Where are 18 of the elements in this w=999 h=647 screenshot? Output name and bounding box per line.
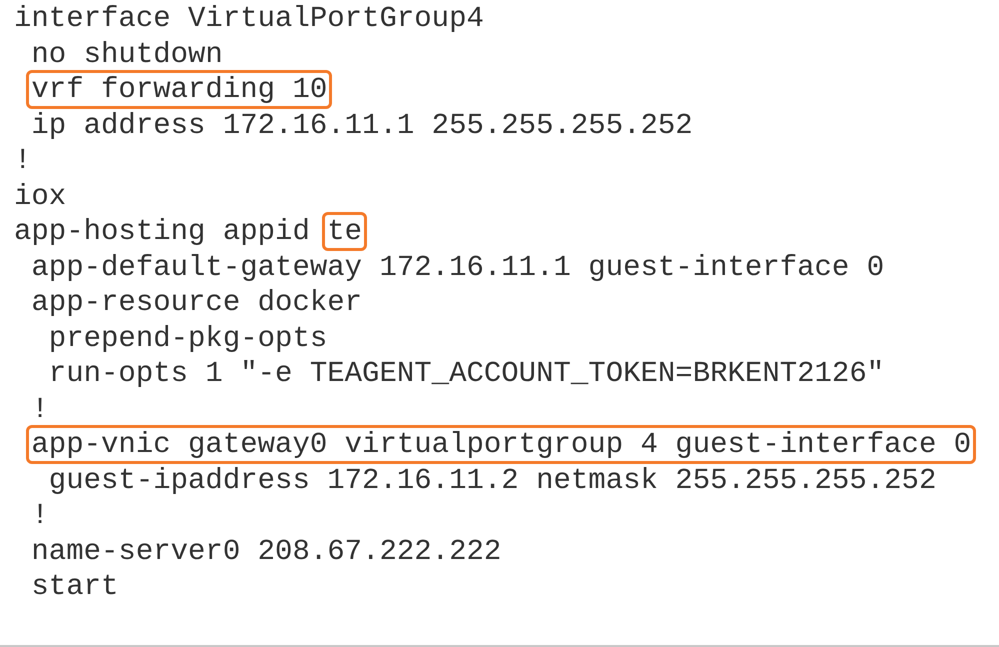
code-text: app-resource docker (30, 286, 362, 319)
code-text: name-server0 208.67.222.222 (30, 534, 502, 568)
code-text: ! (30, 499, 49, 532)
code-text: ! (14, 144, 32, 177)
code-text: interface VirtualPortGroup4 (14, 2, 484, 35)
code-text: app-default-gateway 172.16.11.1 guest-interface 0 (30, 250, 884, 284)
highlighted-code: te (322, 212, 368, 251)
code-text: ip address 172.16.11.1 255.255.255.252 (30, 108, 693, 142)
highlighted-code: app-vnic gateway0 virtualportgroup 4 guest-interface 0 (26, 425, 976, 464)
code-text: start (30, 570, 118, 603)
code-text: no shutdown (30, 38, 223, 70)
code-text: run-opts 1 "-e TEAGENT_ACCOUNT_TOKEN=BRKENT2126" (48, 357, 884, 390)
code-text: prepend-pkg-opts (48, 322, 328, 354)
code-text: guest-ipaddress 172.16.11.2 netmask 255.255.255.252 (48, 464, 936, 496)
code-text: iox (14, 180, 66, 212)
highlighted-code: vrf forwarding 10 (26, 70, 332, 109)
code-text: ! (30, 392, 49, 426)
code-text: app-hosting appid (14, 215, 311, 248)
